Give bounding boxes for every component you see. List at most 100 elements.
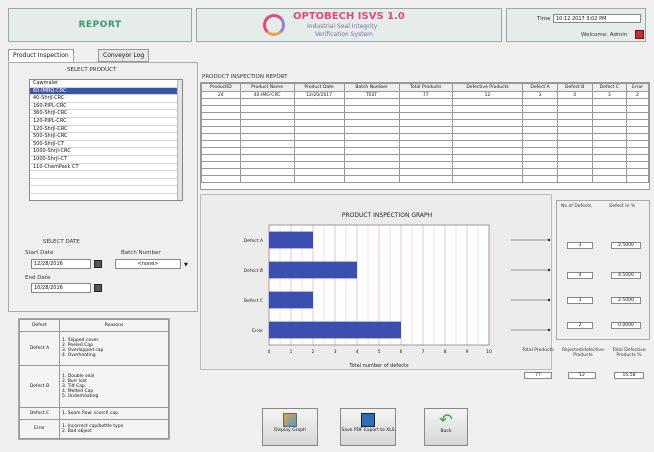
product-list-item[interactable]: 60-IMRQ-CRC [30, 87, 182, 96]
report-cell [591, 98, 628, 106]
x-tick-label: 6 [400, 349, 403, 355]
report-cell [522, 147, 558, 155]
defect-pct-header: Defect In % [609, 204, 636, 209]
report-row[interactable]: 24 40-IMG-CRC 12/20/2017 TEST 77 12 3 4 3 2 [201, 91, 649, 99]
back-label: Back [440, 429, 452, 434]
product-list-item[interactable] [30, 186, 182, 194]
report-cell [398, 126, 453, 134]
product-list-scrollbar[interactable] [177, 80, 182, 200]
product-list-item[interactable]: 120-Shrjl-CRC [30, 126, 182, 134]
report-cell [591, 126, 628, 134]
start-date-field[interactable]: 12/28/2016 [31, 259, 91, 269]
product-list-item[interactable]: 500-Shrjl-CRC [30, 133, 182, 141]
graph-xlabel: Total number of defects [348, 363, 409, 369]
report-cell [626, 133, 649, 141]
start-date-calendar-icon[interactable] [94, 260, 102, 268]
report-cell [626, 168, 649, 176]
connector-dot [547, 238, 551, 242]
report-cell [201, 105, 241, 113]
inspection-report-area: ProductID Product Name Product Date Batch N… [200, 82, 650, 190]
defect-reasons-cell: 1. Incorrect cap/bottle type 2. Bad objec… [59, 418, 169, 440]
product-list-item[interactable]: 40-Shrjl-CRC [30, 95, 182, 103]
user-icon[interactable] [635, 30, 644, 39]
x-tick-label: 0 [268, 349, 271, 355]
product-list[interactable]: Cawmaler 60-IMRQ-CRC 40-Shrjl-CRC 160-PIPL-… [29, 79, 183, 201]
display-graph-button[interactable]: Display Graph [262, 408, 318, 446]
report-cell [398, 119, 453, 127]
product-list-item[interactable]: 160-PIPL-CRC [30, 103, 182, 111]
report-column-header: Product Date [293, 83, 345, 92]
report-cell [556, 140, 593, 148]
back-arrow-icon: ↶ [439, 410, 453, 429]
defect-reason-row: Defect C 1. Seam flow: scorch cap [19, 406, 169, 420]
product-list-item[interactable] [30, 194, 182, 200]
report-cell [239, 112, 295, 120]
end-date-calendar-icon[interactable] [94, 284, 102, 292]
product-list-item[interactable]: 120-PIPL-CRC [30, 118, 182, 126]
tab-conveyor-log[interactable]: Conveyor Log [98, 49, 150, 62]
report-cell: 3 [522, 91, 558, 99]
report-cell: 2 [626, 91, 649, 99]
report-cell [591, 154, 628, 162]
tab-product-inspection[interactable]: Product Inspection [8, 49, 74, 62]
product-list-item[interactable]: 500-Shrjl-CT [30, 141, 182, 149]
report-column-header: Error [626, 83, 649, 92]
report-cell [522, 161, 558, 169]
batch-number-select[interactable]: <none> [115, 259, 181, 269]
report-cell [522, 154, 558, 162]
report-cell [343, 147, 400, 155]
product-list-item[interactable]: Cawmaler [30, 80, 182, 88]
report-cell [239, 140, 295, 148]
report-cell [343, 133, 400, 141]
product-list-item[interactable]: 1000-Shrjl-CRC [30, 148, 182, 156]
report-column-header: ProductID [201, 83, 241, 92]
report-cell [522, 112, 558, 120]
rejected-products-label: Rejected/defective Products [562, 348, 604, 358]
batch-chevron-down-icon[interactable]: ▼ [184, 262, 188, 268]
inspection-report-table: ProductID Product Name Product Date Batch N… [201, 83, 649, 183]
brand-title: OPTOBECH ISVS 1.0 [293, 11, 405, 22]
product-list-item[interactable]: 360-Shrjl-CRC [30, 110, 182, 118]
select-product-panel: SELECT PRODUCT Cawmaler 60-IMRQ-CRC 40-Shr… [8, 62, 198, 312]
report-column-header: Product Name [239, 83, 295, 92]
report-cell [556, 105, 593, 113]
back-button[interactable]: ↶ Back [424, 408, 468, 446]
report-cell [293, 161, 345, 169]
report-cell [293, 147, 345, 155]
report-cell: 40-IMG-CRC [239, 91, 295, 99]
report-cell [451, 126, 524, 134]
save-pdf-button[interactable]: Save PDF Export to XLS [340, 408, 396, 446]
product-list-item[interactable] [30, 171, 182, 179]
report-cell [293, 112, 345, 120]
report-cell [591, 168, 628, 176]
defect-name-cell: Defect B [19, 365, 60, 408]
report-cell [293, 175, 345, 183]
report-cell [201, 133, 241, 141]
defect-name-cell: Defect A [19, 330, 60, 367]
report-cell [591, 175, 628, 183]
report-cell [451, 140, 524, 148]
select-date-title: SELECT DATE [43, 239, 80, 245]
total-products-field: 77 [524, 372, 552, 379]
report-cell [398, 105, 453, 113]
report-cell [201, 140, 241, 148]
reasons-header: Reasons [59, 319, 169, 332]
defect-reason-text: 4. Overheating [62, 353, 96, 359]
report-cell [556, 154, 593, 162]
report-cell [522, 105, 558, 113]
report-cell [451, 112, 524, 120]
product-list-item[interactable]: 1000-Shrjl-CT [30, 156, 182, 164]
report-empty-row [201, 126, 649, 134]
report-cell [626, 98, 649, 106]
defect-reasons-cell: 1. Double seal 2. Burr lost 3. Tilt Cap 4. … [59, 365, 169, 408]
end-date-field[interactable]: 10/28/2016 [31, 283, 91, 293]
report-cell [343, 154, 400, 162]
defect-pct-field: 2.5000 [611, 242, 641, 249]
report-cell [591, 105, 628, 113]
report-cell [556, 168, 593, 176]
category-label: Error [252, 328, 263, 334]
report-cell [451, 133, 524, 141]
product-list-item[interactable] [30, 179, 182, 187]
product-list-item[interactable]: 110-ChemPack CT [30, 164, 182, 172]
report-cell [522, 140, 558, 148]
